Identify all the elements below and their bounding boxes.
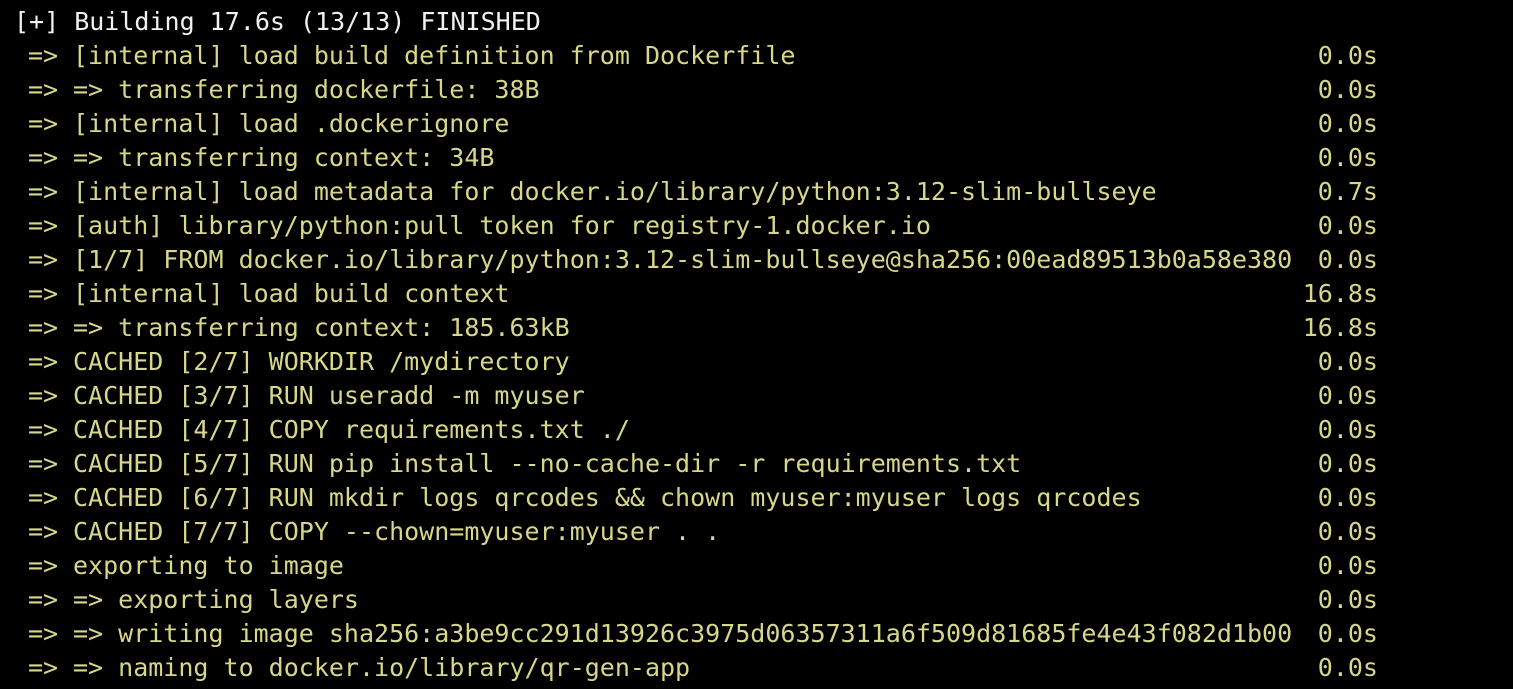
log-line: => CACHED [4/7] COPY requirements.txt ./ 0…: [0, 413, 1513, 447]
log-step-text: [internal] load metadata for docker.io/l…: [73, 177, 1157, 206]
log-line: => CACHED [3/7] RUN useradd -m myuser 0.0s: [0, 379, 1513, 413]
log-prefix-arrow: =>: [28, 75, 59, 104]
log-prefix-arrow: =>: [28, 313, 59, 342]
log-step-text: [1/7] FROM docker.io/library/python:3.12…: [73, 245, 1293, 274]
log-prefix-arrow: =>: [28, 483, 59, 512]
log-line: => => naming to docker.io/library/qr-gen-…: [0, 651, 1513, 685]
log-prefix-arrow: =>: [28, 347, 59, 376]
log-step-duration: 0.0s: [1317, 211, 1378, 240]
log-prefix-arrow: =>: [28, 551, 59, 580]
build-status-header: [+] Building 17.6s (13/13) FINISHED: [14, 7, 541, 36]
log-prefix-arrow: =>: [28, 585, 59, 614]
log-prefix-arrow: =>: [28, 279, 59, 308]
log-step-text: [internal] load .dockerignore: [73, 109, 510, 138]
log-line: => => exporting layers 0.0s: [0, 583, 1513, 617]
log-step-text: CACHED [2/7] WORKDIR /mydirectory: [73, 347, 570, 376]
log-prefix-arrow: =>: [28, 653, 59, 682]
log-prefix-arrow: =>: [28, 177, 59, 206]
log-line: => CACHED [5/7] RUN pip install --no-cach…: [0, 447, 1513, 481]
log-step-text: [internal] load build definition from Do…: [73, 41, 796, 70]
log-step-text: CACHED [5/7] RUN pip install --no-cache-…: [73, 449, 1022, 478]
log-step-text: exporting to image: [73, 551, 344, 580]
log-step-text: CACHED [3/7] RUN useradd -m myuser: [73, 381, 585, 410]
log-prefix-arrow: =>: [28, 211, 59, 240]
log-step-text: [internal] load build context: [73, 279, 510, 308]
terminal-window[interactable]: [+] Building 17.6s (13/13) FINISHED => [i…: [0, 0, 1513, 689]
log-step-text: => naming to docker.io/library/qr-gen-ap…: [73, 653, 691, 682]
log-step-duration: 0.0s: [1317, 41, 1378, 70]
log-step-duration: 0.0s: [1317, 653, 1378, 682]
log-line: => [internal] load build context 16.8s: [0, 277, 1513, 311]
log-step-duration: 0.0s: [1317, 75, 1378, 104]
log-line: => [internal] load metadata for docker.io…: [0, 175, 1513, 209]
log-step-duration: 0.0s: [1317, 585, 1378, 614]
log-step-duration: 0.0s: [1317, 109, 1378, 138]
log-prefix-arrow: =>: [28, 381, 59, 410]
log-line: => [internal] load build definition from …: [0, 39, 1513, 73]
log-step-text: CACHED [6/7] RUN mkdir logs qrcodes && c…: [73, 483, 1142, 512]
log-step-duration: 0.0s: [1317, 517, 1378, 546]
log-prefix-arrow: =>: [28, 619, 59, 648]
log-step-duration: 16.8s: [1302, 313, 1378, 342]
log-step-duration: 0.0s: [1317, 551, 1378, 580]
log-step-text: CACHED [7/7] COPY --chown=myuser:myuser …: [73, 517, 721, 546]
log-step-duration: 0.0s: [1317, 347, 1378, 376]
log-step-duration: 0.0s: [1317, 619, 1378, 648]
log-line: => => transferring context: 185.63kB 16.8s: [0, 311, 1513, 345]
log-line: => => writing image sha256:a3be9cc291d139…: [0, 617, 1513, 651]
log-step-text: => transferring context: 34B: [73, 143, 495, 172]
log-step-duration: 16.8s: [1302, 279, 1378, 308]
log-step-duration: 0.0s: [1317, 143, 1378, 172]
log-step-duration: 0.7s: [1317, 177, 1378, 206]
log-prefix-arrow: =>: [28, 109, 59, 138]
log-line: => [internal] load .dockerignore 0.0s: [0, 107, 1513, 141]
log-prefix-arrow: =>: [28, 517, 59, 546]
log-line: => CACHED [2/7] WORKDIR /mydirectory 0.0s: [0, 345, 1513, 379]
log-line: => CACHED [6/7] RUN mkdir logs qrcodes &&…: [0, 481, 1513, 515]
log-step-text: [auth] library/python:pull token for reg…: [73, 211, 931, 240]
log-line: => [auth] library/python:pull token for r…: [0, 209, 1513, 243]
log-prefix-arrow: =>: [28, 245, 59, 274]
log-line: => => transferring context: 34B 0.0s: [0, 141, 1513, 175]
log-prefix-arrow: =>: [28, 41, 59, 70]
log-line: => exporting to image 0.0s: [0, 549, 1513, 583]
log-step-text: CACHED [4/7] COPY requirements.txt ./: [73, 415, 630, 444]
log-step-text: => transferring dockerfile: 38B: [73, 75, 540, 104]
log-prefix-arrow: =>: [28, 415, 59, 444]
log-line: => => transferring dockerfile: 38B 0.0s: [0, 73, 1513, 107]
log-step-duration: 0.0s: [1317, 415, 1378, 444]
log-step-text: => transferring context: 185.63kB: [73, 313, 570, 342]
log-step-duration: 0.0s: [1317, 245, 1378, 274]
log-step-duration: 0.0s: [1317, 449, 1378, 478]
build-log: => [internal] load build definition from …: [0, 39, 1513, 685]
log-step-duration: 0.0s: [1317, 381, 1378, 410]
log-step-text: => exporting layers: [73, 585, 359, 614]
log-prefix-arrow: =>: [28, 143, 59, 172]
log-line: => [1/7] FROM docker.io/library/python:3.…: [0, 243, 1513, 277]
log-step-duration: 0.0s: [1317, 483, 1378, 512]
log-line: => CACHED [7/7] COPY --chown=myuser:myuse…: [0, 515, 1513, 549]
log-prefix-arrow: =>: [28, 449, 59, 478]
log-step-text: => writing image sha256:a3be9cc291d13926…: [73, 619, 1293, 648]
